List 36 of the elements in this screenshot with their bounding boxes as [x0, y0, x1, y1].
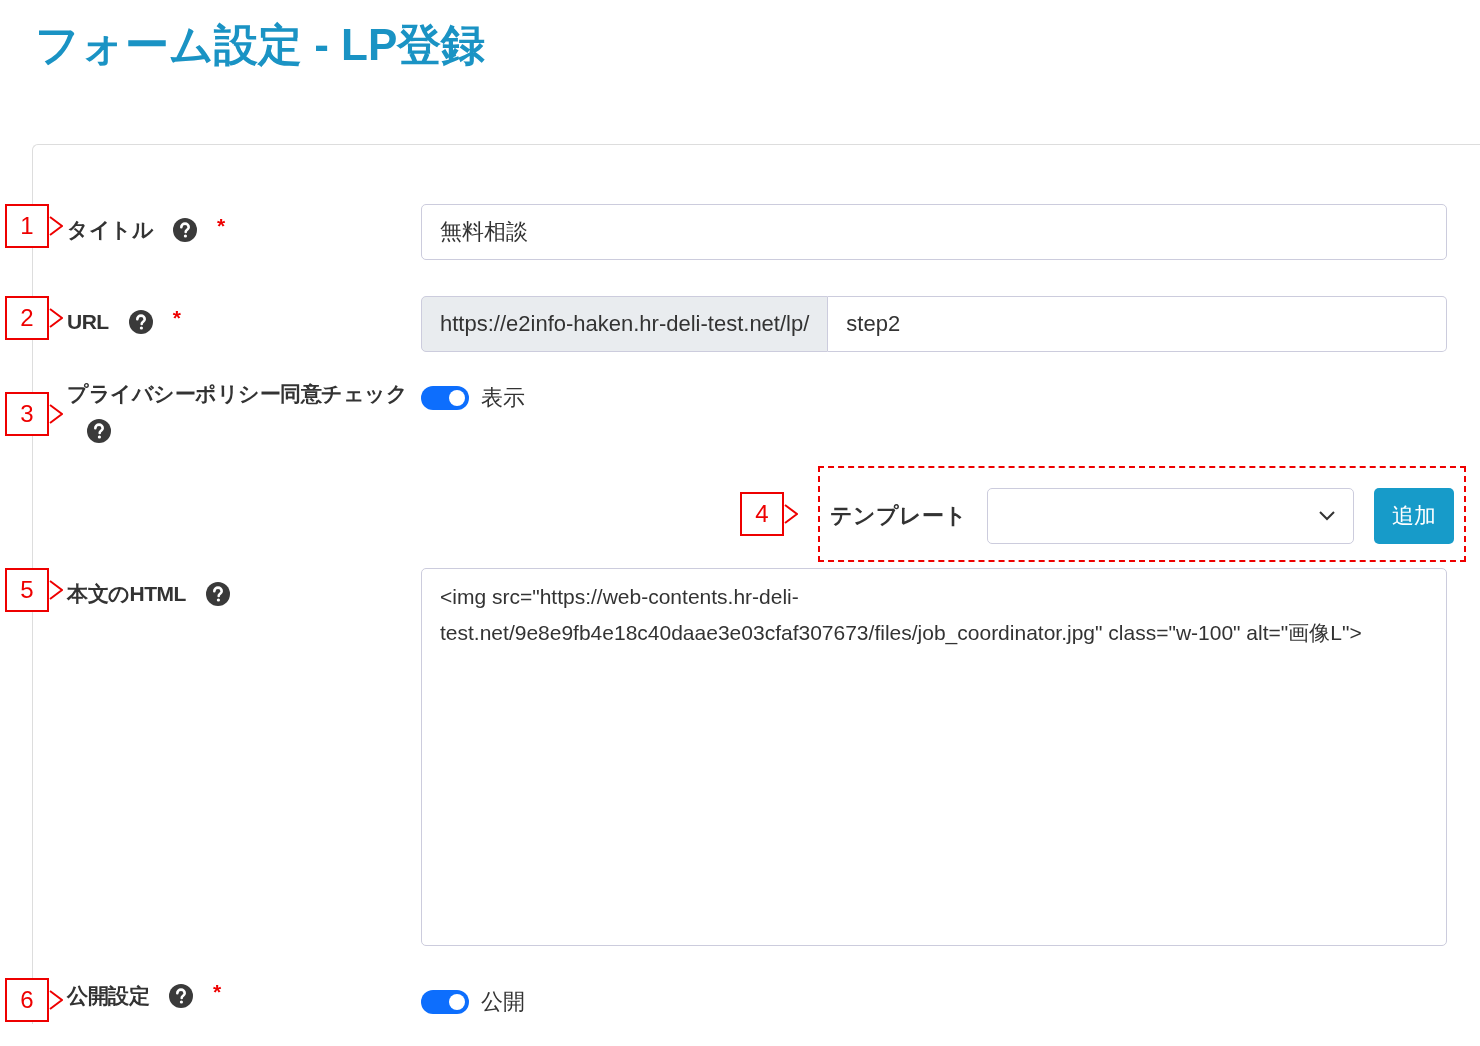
title-input[interactable]: 無料相談	[421, 204, 1447, 260]
callout-number: 5	[5, 568, 49, 612]
toggle-switch[interactable]	[421, 386, 469, 410]
toggle-switch[interactable]	[421, 990, 469, 1014]
chevron-icon	[49, 990, 63, 1010]
chevron-icon	[49, 216, 63, 236]
chevron-down-icon	[1319, 511, 1335, 521]
html-textarea[interactable]: <img src="https://web-contents.hr-deli-test.net/9e8e9fb4e18c40daae3e03cfaf307673/files/job_coordinator.jpg" class="w-100" alt="画像L">	[421, 568, 1447, 946]
chevron-icon	[49, 404, 63, 424]
toggle-label: 表示	[481, 384, 525, 412]
callout-number: 3	[5, 392, 49, 436]
url-input[interactable]: step2	[828, 296, 1447, 352]
field-label: 公開設定	[67, 983, 149, 1009]
chevron-icon	[49, 580, 63, 600]
field-label: URL	[67, 309, 109, 335]
field-label: プライバシーポリシー同意チェック	[67, 382, 407, 405]
field-label: 本文のHTML	[67, 581, 186, 607]
required-mark: *	[213, 979, 221, 1005]
required-mark: *	[172, 305, 181, 331]
help-icon[interactable]	[173, 218, 197, 242]
help-icon[interactable]	[87, 419, 111, 444]
url-prefix: https://e2info-haken.hr-deli-test.net/lp/	[421, 296, 829, 352]
help-icon[interactable]	[169, 984, 193, 1008]
template-label: テンプレート	[830, 502, 967, 530]
chevron-icon	[49, 308, 63, 328]
toggle-label: 公開	[481, 988, 525, 1016]
callout-number: 4	[740, 492, 784, 536]
callout-number: 2	[5, 296, 49, 340]
chevron-icon	[784, 504, 798, 524]
help-icon[interactable]	[205, 582, 230, 606]
help-icon[interactable]	[128, 310, 153, 334]
page-title: フォーム設定 - LP登録	[34, 19, 487, 71]
required-mark: *	[217, 213, 225, 239]
field-label: タイトル	[67, 217, 153, 243]
callout-number: 1	[5, 204, 49, 248]
callout-number: 6	[5, 978, 49, 1022]
